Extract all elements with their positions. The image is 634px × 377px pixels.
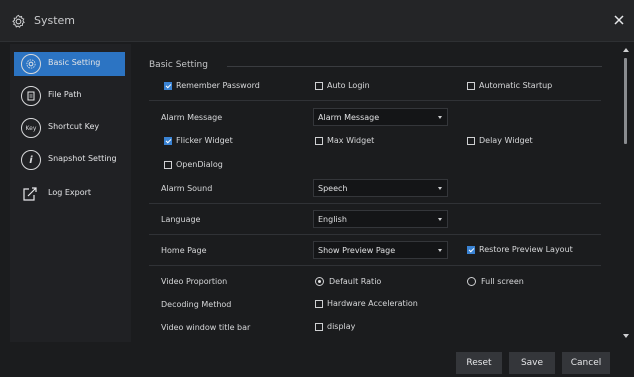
sidebar-item-file-path[interactable]: File Path — [14, 84, 125, 108]
row-divider — [149, 203, 601, 204]
default-ratio-radio[interactable] — [315, 277, 324, 286]
scroll-up-icon[interactable] — [623, 48, 629, 52]
title-bar: System — [0, 0, 634, 42]
home-page-select[interactable]: Show Preview Page — [313, 241, 448, 259]
export-icon — [21, 184, 41, 204]
sidebar-item-log-export[interactable]: Log Export — [14, 182, 125, 206]
alarm-message-value: Alarm Message — [318, 113, 380, 122]
settings-panel: Basic Setting Remember Password Auto Log… — [141, 44, 615, 342]
row-divider — [149, 234, 601, 235]
info-icon: i — [21, 150, 41, 170]
section-divider — [227, 66, 602, 67]
hardware-acceleration-checkbox[interactable] — [315, 300, 323, 308]
sidebar-item-label: Snapshot Setting — [48, 154, 117, 163]
sidebar-item-snapshot-setting[interactable]: i Snapshot Setting — [14, 148, 125, 172]
automatic-startup-label: Automatic Startup — [479, 81, 553, 90]
sidebar-item-label: Log Export — [48, 188, 92, 197]
hardware-acceleration-label: Hardware Acceleration — [327, 299, 418, 308]
save-button[interactable]: Save — [509, 352, 555, 374]
close-icon[interactable] — [612, 13, 626, 27]
language-select[interactable]: English — [313, 210, 448, 228]
alarm-sound-select[interactable]: Speech — [313, 179, 448, 197]
max-widget-label: Max Widget — [327, 136, 375, 145]
delay-widget-label: Delay Widget — [479, 136, 533, 145]
alarm-message-label: Alarm Message — [161, 113, 223, 122]
home-page-label: Home Page — [161, 246, 207, 255]
content-scrollbar[interactable] — [622, 44, 630, 342]
row-divider — [149, 100, 601, 101]
cancel-button[interactable]: Cancel — [562, 352, 610, 374]
max-widget-checkbox[interactable] — [315, 137, 323, 145]
sidebar-item-label: File Path — [48, 90, 82, 99]
chevron-down-icon — [438, 187, 442, 190]
sidebar-item-basic-setting[interactable]: Basic Setting — [14, 52, 125, 76]
home-page-value: Show Preview Page — [318, 246, 396, 255]
restore-preview-layout-checkbox[interactable] — [467, 246, 475, 254]
remember-password-checkbox[interactable] — [164, 82, 172, 90]
sidebar: Basic Setting File Path Key Shortcut Key… — [10, 44, 131, 342]
language-value: English — [318, 215, 347, 224]
open-dialog-label: OpenDialog — [176, 160, 223, 169]
sidebar-item-label: Basic Setting — [48, 58, 101, 67]
chevron-down-icon — [438, 218, 442, 221]
automatic-startup-checkbox[interactable] — [467, 82, 475, 90]
alarm-sound-value: Speech — [318, 184, 348, 193]
gear-icon — [21, 54, 41, 74]
flicker-widget-label: Flicker Widget — [176, 136, 233, 145]
scroll-thumb[interactable] — [624, 58, 627, 144]
remember-password-label: Remember Password — [176, 81, 260, 90]
language-label: Language — [161, 215, 201, 224]
delay-widget-checkbox[interactable] — [467, 137, 475, 145]
auto-login-label: Auto Login — [327, 81, 370, 90]
scroll-down-icon[interactable] — [623, 334, 629, 338]
decoding-method-label: Decoding Method — [161, 300, 232, 309]
chevron-down-icon — [438, 116, 442, 119]
full-screen-radio[interactable] — [467, 277, 476, 286]
reset-button[interactable]: Reset — [456, 352, 502, 374]
alarm-sound-label: Alarm Sound — [161, 184, 213, 193]
alarm-message-select[interactable]: Alarm Message — [313, 108, 448, 126]
gear-icon — [12, 14, 25, 28]
auto-login-checkbox[interactable] — [315, 82, 323, 90]
display-label: display — [327, 322, 356, 331]
display-checkbox[interactable] — [315, 323, 323, 331]
section-title: Basic Setting — [149, 60, 208, 70]
restore-preview-layout-label: Restore Preview Layout — [479, 245, 573, 254]
chevron-down-icon — [438, 249, 442, 252]
key-icon: Key — [21, 118, 41, 138]
open-dialog-checkbox[interactable] — [164, 161, 172, 169]
video-window-title-bar-label: Video window title bar — [161, 323, 251, 332]
document-icon — [21, 86, 41, 106]
full-screen-label: Full screen — [481, 277, 524, 286]
window-title: System — [34, 14, 76, 27]
row-divider — [149, 265, 601, 266]
flicker-widget-checkbox[interactable] — [164, 137, 172, 145]
default-ratio-label: Default Ratio — [329, 277, 382, 286]
video-proportion-label: Video Proportion — [161, 277, 228, 286]
sidebar-item-shortcut-key[interactable]: Key Shortcut Key — [14, 116, 125, 140]
sidebar-item-label: Shortcut Key — [48, 122, 100, 131]
